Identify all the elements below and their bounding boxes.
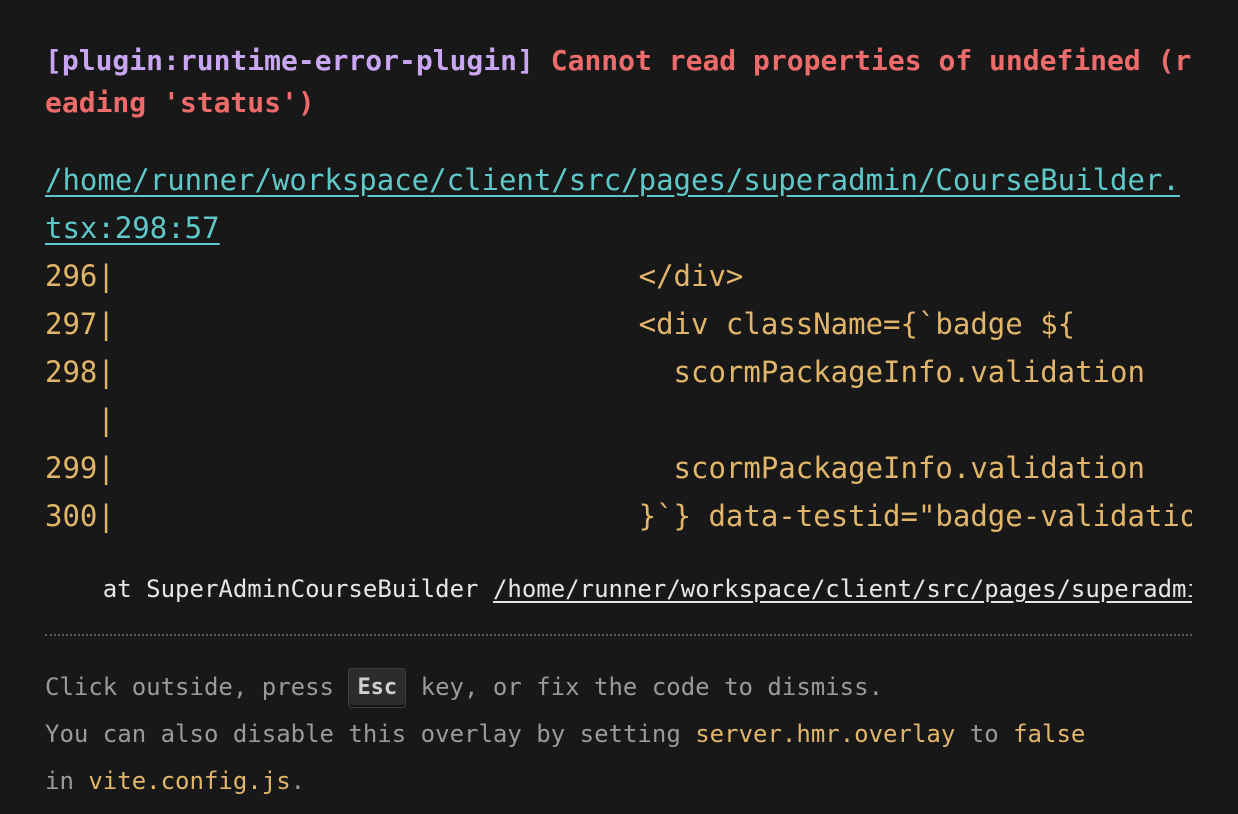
- tip-line-1: Click outside, press Esc key, or fix the…: [45, 664, 1195, 711]
- code-frame-line: 297| <div className={`badge ${: [45, 307, 1076, 341]
- tip-text: .: [290, 767, 306, 795]
- error-header: [plugin:runtime-error-plugin] Cannot rea…: [45, 40, 1195, 124]
- tip-line-2: You can also disable this overlay by set…: [45, 711, 1195, 758]
- tip-text: to: [955, 720, 1014, 748]
- plugin-name: [plugin:runtime-error-plugin]: [45, 44, 534, 77]
- stack-frame-label: at SuperAdminCourseBuilder: [45, 575, 493, 603]
- error-file-link[interactable]: /home/runner/workspace/client/src/pages/…: [45, 156, 1185, 252]
- dismiss-tip: Click outside, press Esc key, or fix the…: [45, 664, 1195, 805]
- tip-text: key, or fix the code to dismiss.: [406, 673, 884, 701]
- tip-text: You can also disable this overlay by set…: [45, 720, 696, 748]
- code-frame-line: 296| </div>: [45, 259, 744, 293]
- setting-value: false: [1013, 720, 1086, 748]
- stack-frame-link[interactable]: /home/runner/workspace/client/src/pages/…: [493, 575, 1192, 603]
- code-frame-line: 298| scormPackageInfo.validation: [45, 355, 1145, 389]
- code-frame-line: 300| }`} data-testid="badge-validation: [45, 499, 1192, 533]
- code-frame-line: |: [45, 403, 115, 437]
- stack-trace: at SuperAdminCourseBuilder /home/runner/…: [45, 570, 1192, 608]
- tip-line-3: in vite.config.js.: [45, 758, 1195, 805]
- esc-key: Esc: [348, 668, 407, 708]
- divider: [45, 634, 1192, 636]
- error-overlay: [plugin:runtime-error-plugin] Cannot rea…: [0, 0, 1238, 814]
- setting-name: server.hmr.overlay: [695, 720, 956, 748]
- tip-text: Click outside, press: [45, 673, 349, 701]
- code-frame-line: 299| scormPackageInfo.validation: [45, 451, 1145, 485]
- config-file-name: vite.config.js: [88, 767, 291, 795]
- tip-text: in: [45, 767, 89, 795]
- code-frame: 296| </div> 297| <div className={`badge …: [45, 252, 1192, 540]
